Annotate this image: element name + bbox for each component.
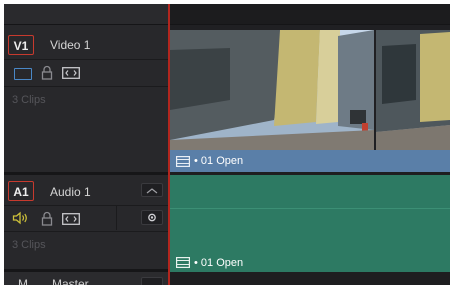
film-icon	[176, 155, 190, 167]
audio-track-name[interactable]: Audio 1	[50, 185, 91, 199]
divider	[4, 205, 168, 206]
playhead[interactable]	[168, 4, 170, 285]
video-track-lane[interactable]: • 01 Open	[170, 25, 450, 172]
record-icon	[148, 213, 156, 222]
lock-icon[interactable]	[41, 65, 53, 80]
video-track-name[interactable]: Video 1	[50, 38, 90, 52]
timecode-ruler[interactable]	[170, 4, 450, 25]
track-badge-a1[interactable]: A1	[8, 181, 34, 201]
divider	[4, 86, 168, 87]
lock-icon[interactable]	[41, 211, 53, 226]
master-badge: M	[18, 277, 28, 285]
video-track-header[interactable]: V1 Video 1 3 Clips	[4, 25, 168, 172]
flag-button[interactable]	[141, 183, 163, 197]
speaker-icon[interactable]	[12, 211, 30, 225]
audio-clip-label: • 01 Open	[194, 256, 244, 269]
master-flag-button[interactable]	[141, 277, 163, 285]
timeline-panel: V1 Video 1 3 Clips A1 Audio 1 3 Clips M …	[4, 4, 450, 285]
monitor-icon[interactable]	[14, 68, 32, 80]
audio-track-lane[interactable]: • 01 Open	[170, 175, 450, 272]
auto-select-icon[interactable]	[62, 213, 80, 225]
film-icon	[176, 257, 190, 268]
clips-count: 3 Clips	[12, 239, 46, 251]
video-clip-label: • 01 Open	[194, 155, 244, 167]
record-button[interactable]	[141, 210, 163, 225]
audio-track-header[interactable]: A1 Audio 1 3 Clips	[4, 175, 168, 269]
divider	[4, 59, 168, 60]
auto-select-icon[interactable]	[62, 67, 80, 79]
audio-waveform-line	[170, 208, 450, 209]
clip-thumbnail	[170, 30, 374, 150]
track-badge-v1[interactable]: V1	[8, 35, 34, 55]
divider	[4, 231, 168, 232]
clip-thumbnail	[376, 30, 450, 150]
clips-count: 3 Clips	[12, 94, 46, 106]
master-track-header[interactable]: M Master	[4, 272, 168, 285]
timeline-header-strip	[4, 4, 168, 25]
video-clip-thumbnails[interactable]	[170, 30, 450, 150]
flag-icon	[146, 188, 158, 194]
divider	[116, 206, 117, 230]
video-clip[interactable]: • 01 Open	[170, 150, 450, 172]
audio-clip[interactable]: • 01 Open	[170, 253, 450, 272]
master-track-name[interactable]: Master	[52, 277, 89, 285]
